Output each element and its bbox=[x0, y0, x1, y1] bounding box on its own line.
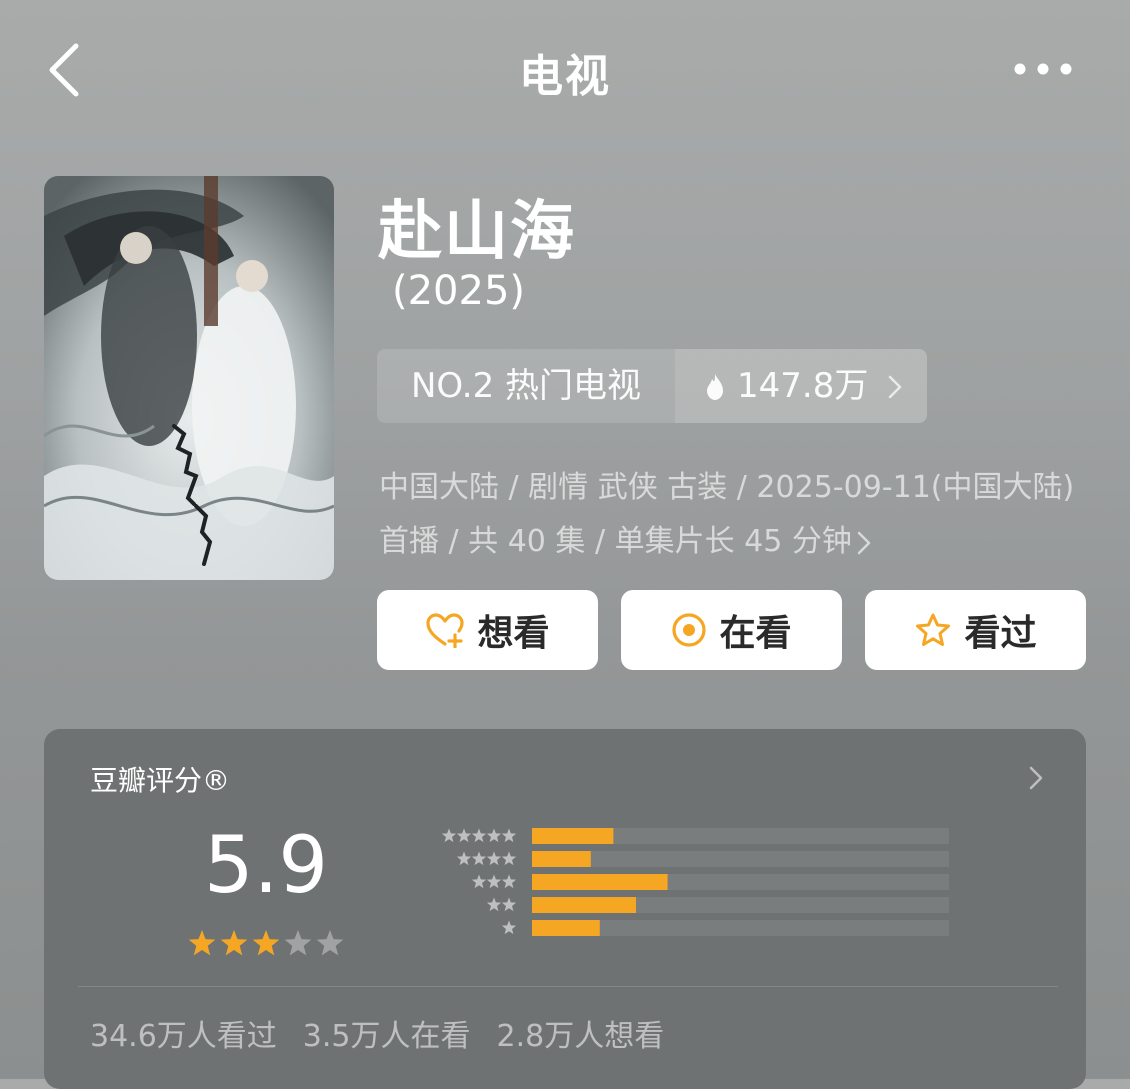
distribution-bar-5-star bbox=[532, 828, 614, 844]
want-count: 2.8万人想看 bbox=[496, 1019, 665, 1054]
watching-button[interactable]: 在看 bbox=[621, 590, 842, 670]
distribution-star-icon bbox=[501, 828, 517, 843]
star-outline-icon bbox=[916, 613, 951, 646]
distribution-star-icon bbox=[501, 920, 517, 935]
want-to-watch-label: 想看 bbox=[477, 613, 550, 654]
distribution-row bbox=[456, 851, 949, 867]
star-filled-icon bbox=[188, 930, 216, 956]
distribution-star-icon bbox=[456, 828, 472, 843]
watched-count: 34.6万人看过 bbox=[90, 1019, 277, 1054]
distribution-star-icon bbox=[471, 874, 487, 889]
distribution-star-icon bbox=[441, 828, 457, 843]
poster-image[interactable] bbox=[44, 176, 334, 580]
heat-section[interactable]: 147.8万 bbox=[675, 349, 927, 423]
distribution-bar-3-star bbox=[532, 874, 668, 890]
distribution-row bbox=[501, 920, 949, 936]
want-to-watch-button[interactable]: 想看 bbox=[377, 590, 598, 670]
ranking-pill[interactable]: NO.2 热门电视 147.8万 bbox=[377, 349, 927, 423]
watched-button[interactable]: 看过 bbox=[865, 590, 1086, 670]
distribution-star-icon bbox=[486, 874, 502, 889]
distribution-star-icon bbox=[471, 851, 487, 866]
divider bbox=[78, 986, 1058, 987]
distribution-star-icon bbox=[471, 828, 487, 843]
distribution-bar-1-star bbox=[532, 920, 600, 936]
distribution-star-icon bbox=[501, 851, 517, 866]
star-empty-icon bbox=[316, 930, 344, 956]
distribution-track bbox=[532, 851, 949, 867]
distribution-star-icon bbox=[501, 874, 517, 889]
show-title: 赴山海 bbox=[378, 195, 576, 269]
chevron-right-icon[interactable] bbox=[1028, 765, 1044, 791]
distribution-star-icon bbox=[456, 851, 472, 866]
show-meta[interactable]: 中国大陆 / 剧情 武侠 古装 / 2025-09-11(中国大陆) 首播 / … bbox=[379, 461, 1079, 569]
distribution-bar-2-star bbox=[532, 897, 636, 913]
distribution-row bbox=[486, 897, 949, 913]
rank-label: NO.2 热门电视 bbox=[410, 366, 642, 406]
target-icon bbox=[672, 613, 707, 647]
distribution-row bbox=[441, 828, 949, 844]
rating-source-label: 豆瓣评分® bbox=[90, 764, 231, 797]
distribution-star-icon bbox=[486, 897, 502, 912]
show-year: (2025) bbox=[392, 268, 526, 314]
distribution-row bbox=[471, 874, 949, 890]
star-filled-icon bbox=[252, 930, 280, 956]
heat-value: 147.8万 bbox=[737, 366, 869, 406]
more-horizontal-icon[interactable] bbox=[1008, 55, 1078, 83]
rating-stars bbox=[188, 930, 344, 956]
star-empty-icon bbox=[284, 930, 312, 956]
flame-icon bbox=[707, 374, 723, 400]
page-title: 电视 bbox=[519, 51, 611, 102]
distribution-bar-4-star bbox=[532, 851, 591, 867]
audience-stats: 34.6万人看过 3.5万人在看 2.8万人想看 bbox=[90, 1011, 690, 1055]
chevron-right-icon bbox=[857, 531, 871, 554]
watching-label: 在看 bbox=[719, 613, 792, 654]
rating-card[interactable]: 豆瓣评分® 5.9 34.6万人看过 3.5万人在看 2.8万人想看 bbox=[44, 729, 1086, 1089]
show-meta-text: 中国大陆 / 剧情 武侠 古装 / 2025-09-11(中国大陆) 首播 / … bbox=[379, 470, 1075, 559]
watching-count: 3.5万人在看 bbox=[302, 1019, 471, 1054]
watched-label: 看过 bbox=[964, 613, 1037, 654]
distribution-star-icon bbox=[501, 897, 517, 912]
distribution-star-icon bbox=[486, 828, 502, 843]
chevron-right-icon bbox=[888, 375, 902, 399]
distribution-star-icon bbox=[486, 851, 502, 866]
heart-plus-icon bbox=[426, 613, 465, 648]
rating-distribution-chart bbox=[441, 828, 949, 936]
star-filled-icon bbox=[220, 930, 248, 956]
rating-score: 5.9 bbox=[204, 821, 329, 911]
